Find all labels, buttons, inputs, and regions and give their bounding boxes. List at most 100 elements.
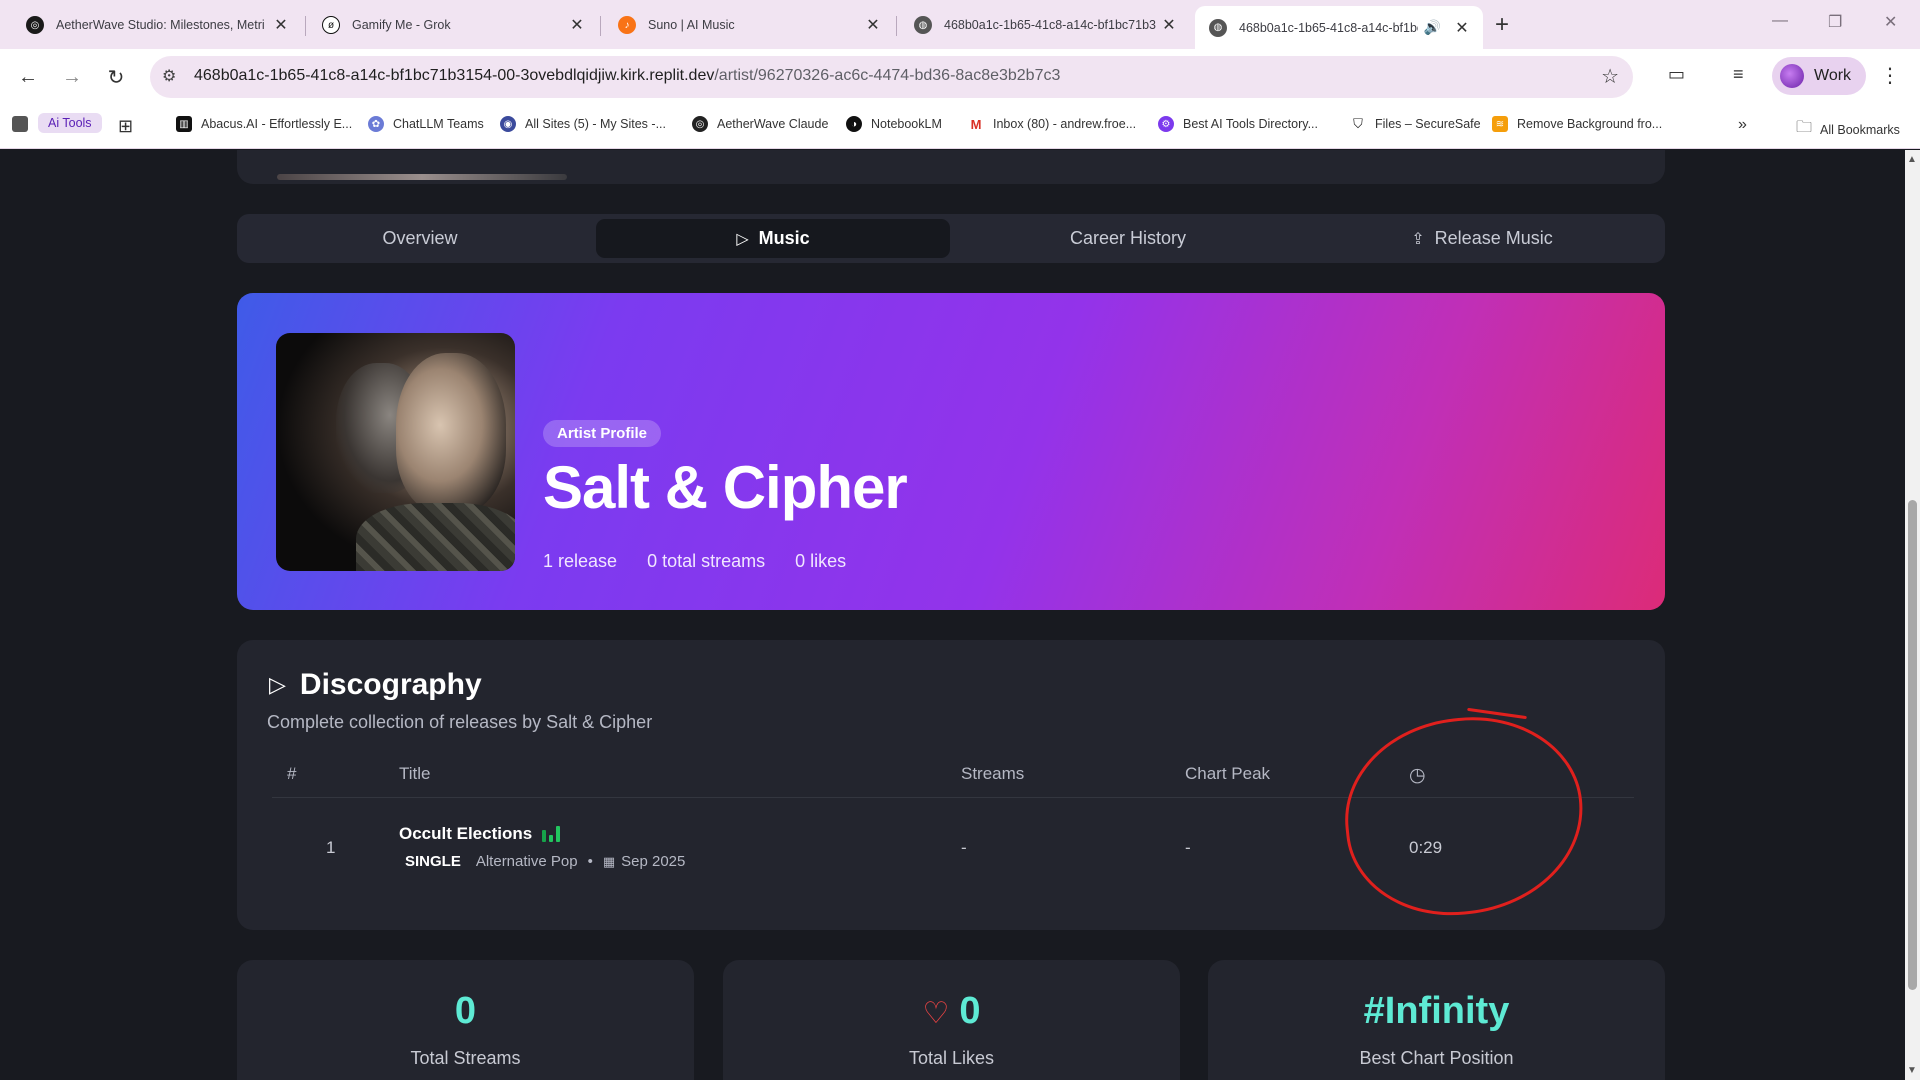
stat-card-likes: ♡ 0 Total Likes [723,960,1180,1080]
total-streams-value: 0 [454,990,477,1032]
globe-icon: ◍ [1209,18,1227,37]
best-chart-label: Best Chart Position [1359,1048,1514,1068]
new-tab-button[interactable]: + [1495,11,1509,39]
track-number: 1 [326,838,336,857]
reload-icon[interactable]: ↻ [100,61,132,93]
abacus-icon: ▥ [176,116,192,132]
grok-icon: ø [322,16,340,34]
apps-grid-icon[interactable]: ⊞ [118,116,133,137]
folder-icon: 🗀 [1796,119,1813,136]
gmail-icon: M [968,116,984,132]
layers-icon: ≋ [1492,116,1508,132]
like-count: 0 likes [795,551,847,571]
close-icon[interactable]: ✕ [864,15,882,35]
gear-icon: ⚙ [1158,116,1174,132]
bookmark-remove-bg[interactable]: ≋ Remove Background fro... [1492,116,1662,132]
col-title: Title [399,764,431,783]
aetherwave-icon: ◎ [26,16,44,34]
browser-tab-replit-active[interactable]: ◍ 468b0a1c-1b65-41c8-a14c-bf1bc 🔊 ✕ [1195,6,1483,49]
stat-card-streams: 0 Total Streams [237,960,694,1080]
scroll-down-icon[interactable]: ▼ [1907,1065,1917,1076]
browser-tab-suno[interactable]: ♪ Suno | AI Music ✕ [604,7,894,43]
close-icon[interactable]: ✕ [1160,15,1178,35]
close-icon[interactable]: ✕ [272,15,290,35]
tab-overview[interactable]: Overview [243,219,597,258]
previous-card-fragment [237,150,1665,184]
artist-page: Overview ▷ Music Career History ⇪ Release … [0,150,1920,1080]
artist-photo [276,333,515,571]
artist-name: Salt & Cipher [543,454,908,521]
chatllm-icon: ✿ [368,116,384,132]
separator-dot: • [587,853,593,870]
calendar-icon: ▦ [602,853,616,869]
release-type: SINGLE [405,853,461,870]
scroll-up-icon[interactable]: ▲ [1907,154,1917,165]
bookmark-square-icon[interactable] [12,116,37,132]
window-close-icon[interactable]: ✕ [1884,12,1897,32]
discography-card: ▷ Discography Complete collection of rele… [237,640,1665,930]
bookmarks-bar: Ai Tools ⊞ ▥ Abacus.AI - Effortlessly E..… [0,105,1920,149]
col-number: # [287,764,297,783]
browser-tab-replit-1[interactable]: ◍ 468b0a1c-1b65-41c8-a14c-bf1bc71b3 ✕ [900,7,1190,43]
shield-icon: ⛉ [1350,116,1366,132]
browser-tabstrip: ◎ AetherWave Studio: Milestones, Metri ✕… [0,0,1920,49]
bookmark-gmail[interactable]: M Inbox (80) - andrew.froe... [968,116,1136,132]
bookmark-best-ai-tools[interactable]: ⚙ Best AI Tools Directory... [1158,116,1318,132]
speaker-icon[interactable]: 🔊 [1424,19,1441,36]
browser-tab-aetherwave[interactable]: ◎ AetherWave Studio: Milestones, Metri ✕ [12,7,302,43]
search-tab-icon[interactable]: ▭ [1668,64,1685,85]
url-text[interactable]: 468b0a1c-1b65-41c8-a14c-bf1bc71b3154-00-… [194,67,1060,85]
bookmark-all-sites[interactable]: ◉ All Sites (5) - My Sites -... [500,116,666,132]
aetherwave-icon: ◎ [692,116,708,132]
tab-divider [305,16,306,36]
discography-heading: ▷ Discography [269,668,482,701]
release-date: Sep 2025 [621,853,686,870]
discography-subtitle: Complete collection of releases by Salt … [267,712,653,732]
page-scrollbar[interactable]: ▲ ▼ [1905,150,1920,1080]
restore-icon[interactable]: ❐ [1828,12,1842,32]
play-icon: ▷ [736,230,749,248]
red-annotation-circle [1335,706,1593,926]
bookmark-chatllm[interactable]: ✿ ChatLLM Teams [368,116,484,132]
tab-title: Gamify Me - Grok [352,18,451,32]
bookmark-abacus[interactable]: ▥ Abacus.AI - Effortlessly E... [176,116,352,132]
browser-tab-grok[interactable]: ø Gamify Me - Grok ✕ [308,7,598,43]
track-meta: SINGLE Alternative Pop • ▦ Sep 2025 [405,853,685,870]
tab-title: Suno | AI Music [648,18,735,32]
close-icon[interactable]: ✕ [568,15,586,35]
avatar [1780,64,1804,88]
media-control-icon[interactable]: ≡ [1733,64,1744,85]
play-icon: ▷ [269,672,286,697]
tab-title: 468b0a1c-1b65-41c8-a14c-bf1bc [1239,20,1418,35]
bookmark-notebooklm[interactable]: ◑ NotebookLM [846,116,942,132]
close-icon[interactable]: ✕ [1453,18,1471,38]
suno-icon: ♪ [618,16,636,34]
artist-nav-tabs: Overview ▷ Music Career History ⇪ Release … [237,214,1665,263]
sites-icon: ◉ [500,116,516,132]
tab-release-music[interactable]: ⇪ Release Music [1305,219,1659,258]
profile-label: Work [1814,67,1852,84]
scrollbar-thumb[interactable] [1908,500,1917,990]
best-chart-value: #Infinity [1363,990,1510,1032]
minimize-icon[interactable]: — [1772,12,1788,30]
kebab-menu-icon[interactable]: ⋮ [1880,63,1900,88]
track-genre: Alternative Pop [475,853,578,870]
tab-music[interactable]: ▷ Music [596,219,950,258]
profile-button[interactable]: Work [1772,57,1866,95]
tab-career-history[interactable]: Career History [951,219,1305,258]
bookmark-star-icon[interactable]: ☆ [1601,64,1619,89]
track-title[interactable]: Occult Elections [399,824,563,844]
forward-icon[interactable]: → [56,61,88,93]
back-icon[interactable]: ← [12,61,44,93]
bookmark-securesafe[interactable]: ⛉ Files – SecureSafe [1350,116,1481,132]
address-bar[interactable]: ⚙ 468b0a1c-1b65-41c8-a14c-bf1bc71b3154-0… [150,56,1633,98]
bookmarks-overflow-icon[interactable]: » [1738,116,1747,134]
site-info-icon[interactable]: ⚙ [162,66,176,86]
bookmark-aetherwave-claude[interactable]: ◎ AetherWave Claude [692,116,828,132]
track-streams: - [961,838,967,857]
all-bookmarks[interactable]: 🗀 All Bookmarks [1796,116,1900,143]
tab-title: 468b0a1c-1b65-41c8-a14c-bf1bc71b3 [944,18,1156,32]
image-fragment [277,174,567,180]
bookmark-folder-ai-tools[interactable]: Ai Tools [38,113,102,133]
col-streams: Streams [961,764,1025,783]
